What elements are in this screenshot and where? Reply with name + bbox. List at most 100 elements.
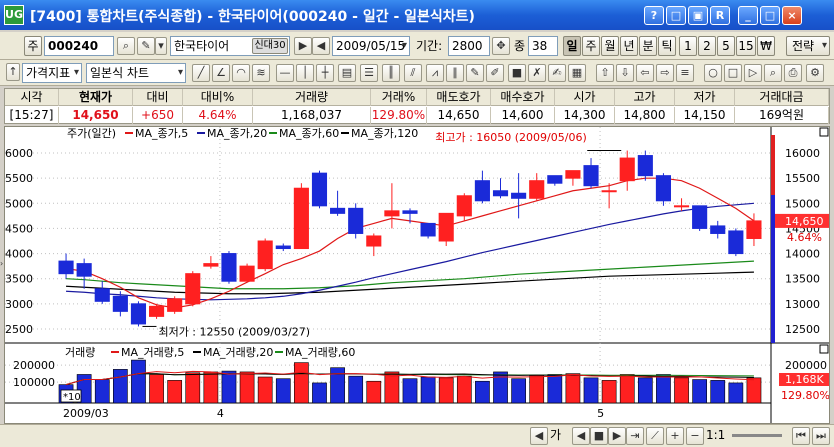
- code-input[interactable]: 000240: [44, 36, 114, 56]
- tf-day[interactable]: 일: [563, 36, 581, 56]
- settings-icon[interactable]: ⚙: [806, 64, 824, 82]
- zoom-icon[interactable]: ⌕: [764, 64, 782, 82]
- channel-icon[interactable]: ⫽: [404, 64, 422, 82]
- vline-icon[interactable]: │: [296, 64, 314, 82]
- indicator-select[interactable]: 가격지표: [22, 63, 82, 83]
- eraser-icon[interactable]: ✗: [528, 64, 546, 82]
- tf-15[interactable]: 15: [736, 36, 756, 56]
- tf-2[interactable]: 2: [698, 36, 716, 56]
- trendline-icon[interactable]: ╱: [192, 64, 210, 82]
- arc-icon[interactable]: ◠: [232, 64, 250, 82]
- angle-icon[interactable]: ∠: [212, 64, 230, 82]
- edit-icon[interactable]: ✍: [548, 64, 566, 82]
- square-icon[interactable]: □: [724, 64, 742, 82]
- quote-value-8: 14,300: [555, 107, 615, 124]
- tf-tick[interactable]: 틱: [658, 36, 676, 56]
- bottom-toolbar: ◀ 가 ◀ ■ ▶ ⇥ ⟋ + − 1:1 ⏮ ⏭: [0, 424, 834, 447]
- vol-legend-2: MA_거래량,60: [285, 346, 355, 359]
- pen-icon[interactable]: ✎: [466, 64, 484, 82]
- step-icon[interactable]: ⇥: [626, 427, 644, 445]
- strategy-button[interactable]: 전략: [786, 36, 830, 56]
- forward-icon[interactable]: ▶: [608, 427, 626, 445]
- collapse-icon[interactable]: ↑: [6, 63, 20, 81]
- triangle-icon[interactable]: ▷: [744, 64, 762, 82]
- fan-icon[interactable]: ≋: [252, 64, 270, 82]
- ratio-label: 1:1: [706, 428, 726, 442]
- table-icon[interactable]: ▦: [568, 64, 586, 82]
- cross-icon[interactable]: ┼: [316, 64, 334, 82]
- date-select[interactable]: 2009/05/15: [332, 36, 410, 56]
- drawing-toolbar: ↑ 가격지표 일본식 차트 ╱ ∠ ◠ ≋ — │ ┼ ▤ ☰ ║ ⫽ ⩘ ∥ …: [0, 60, 834, 86]
- up-arrow-icon[interactable]: ⇧: [596, 64, 614, 82]
- price-tick-right-5: 15000: [785, 197, 820, 210]
- last-vol-pct-tag: 129.80%: [781, 389, 829, 402]
- down-arrow-icon[interactable]: ⇩: [616, 64, 634, 82]
- tf-5[interactable]: 5: [717, 36, 735, 56]
- volume-bar-19: [402, 378, 418, 404]
- first-icon[interactable]: ⏮: [792, 427, 810, 445]
- search-icon[interactable]: ⌕: [117, 37, 135, 55]
- price-tick-left-1: 13000: [5, 298, 33, 311]
- fibo-icon[interactable]: ☰: [360, 64, 378, 82]
- volume-bar-13: [294, 362, 309, 404]
- tf-1[interactable]: 1: [679, 36, 697, 56]
- maximize-button[interactable]: □: [760, 6, 780, 25]
- period-input[interactable]: 2800: [448, 36, 490, 56]
- candle-body-10: [239, 265, 255, 282]
- won-button[interactable]: ₩: [757, 36, 775, 56]
- volume-bar-30: [601, 380, 617, 404]
- prev-icon[interactable]: ◀: [312, 37, 330, 55]
- grid-icon[interactable]: ▤: [338, 64, 356, 82]
- right-arrow-icon[interactable]: ⇨: [656, 64, 674, 82]
- quote-value-2: +650: [133, 107, 183, 124]
- next-icon[interactable]: ▶: [294, 37, 312, 55]
- last-icon[interactable]: ⏭: [812, 427, 830, 445]
- circle-icon[interactable]: ○: [704, 64, 722, 82]
- trend-icon[interactable]: ⟋: [646, 427, 664, 445]
- zoom-out-icon[interactable]: −: [686, 427, 704, 445]
- count-input[interactable]: 38: [528, 36, 558, 56]
- tf-year[interactable]: 년: [620, 36, 638, 56]
- price-legend-2: MA_종가,60: [279, 127, 339, 140]
- print-icon[interactable]: ⎙: [784, 64, 802, 82]
- note-icon[interactable]: ≡: [676, 64, 694, 82]
- quote-value-7: 14,600: [491, 107, 555, 124]
- candle-body-27: [547, 175, 563, 184]
- zoom-slider[interactable]: [732, 434, 782, 437]
- left-arrow-icon[interactable]: ⇦: [636, 64, 654, 82]
- stop-icon[interactable]: ■: [590, 427, 608, 445]
- refresh-button[interactable]: R: [710, 6, 730, 25]
- quote-value-9: 14,800: [615, 107, 675, 124]
- tf-week[interactable]: 주: [582, 36, 600, 56]
- hline-icon[interactable]: —: [276, 64, 294, 82]
- scroll-left-icon[interactable]: ◀: [530, 427, 548, 445]
- price-tick-left-5: 15000: [5, 197, 33, 210]
- volume-bar-33: [656, 374, 671, 404]
- market-select[interactable]: 주: [24, 36, 42, 56]
- close-button[interactable]: ×: [782, 6, 802, 25]
- bars-icon[interactable]: ║: [382, 64, 400, 82]
- tf-month[interactable]: 월: [601, 36, 619, 56]
- chart-area[interactable]: 12500 12500 13000 13000 13500 13500 14000 14000…: [0, 126, 830, 424]
- brush-icon[interactable]: ✐: [486, 64, 504, 82]
- layout-button[interactable]: □: [666, 6, 686, 25]
- screen-button[interactable]: ▣: [688, 6, 708, 25]
- rewind-icon[interactable]: ◀: [572, 427, 590, 445]
- low-price-note: 최저가 : 12550 (2009/03/27): [158, 325, 310, 338]
- minimize-button[interactable]: _: [738, 6, 758, 25]
- tf-minute[interactable]: 분: [639, 36, 657, 56]
- chart-svg[interactable]: 12500 12500 13000 13000 13500 13500 14000 14000…: [0, 126, 830, 423]
- memo-icon[interactable]: ✎: [137, 37, 155, 55]
- pitchfork-icon[interactable]: ⩘: [426, 64, 444, 82]
- move-icon[interactable]: ✥: [492, 37, 510, 55]
- memo-dropdown-icon[interactable]: ▾: [155, 37, 167, 55]
- chart-type-select[interactable]: 일본식 차트: [86, 63, 186, 83]
- volume-bar-11: [257, 376, 273, 404]
- price-tick-right-2: 13500: [785, 273, 820, 286]
- zoom-in-icon[interactable]: +: [666, 427, 684, 445]
- palette-icon[interactable]: ■: [508, 64, 526, 82]
- parallel-icon[interactable]: ∥: [446, 64, 464, 82]
- count-label: 종: [514, 39, 526, 53]
- volume-bar-3: [112, 369, 128, 404]
- help-button[interactable]: ?: [644, 6, 664, 25]
